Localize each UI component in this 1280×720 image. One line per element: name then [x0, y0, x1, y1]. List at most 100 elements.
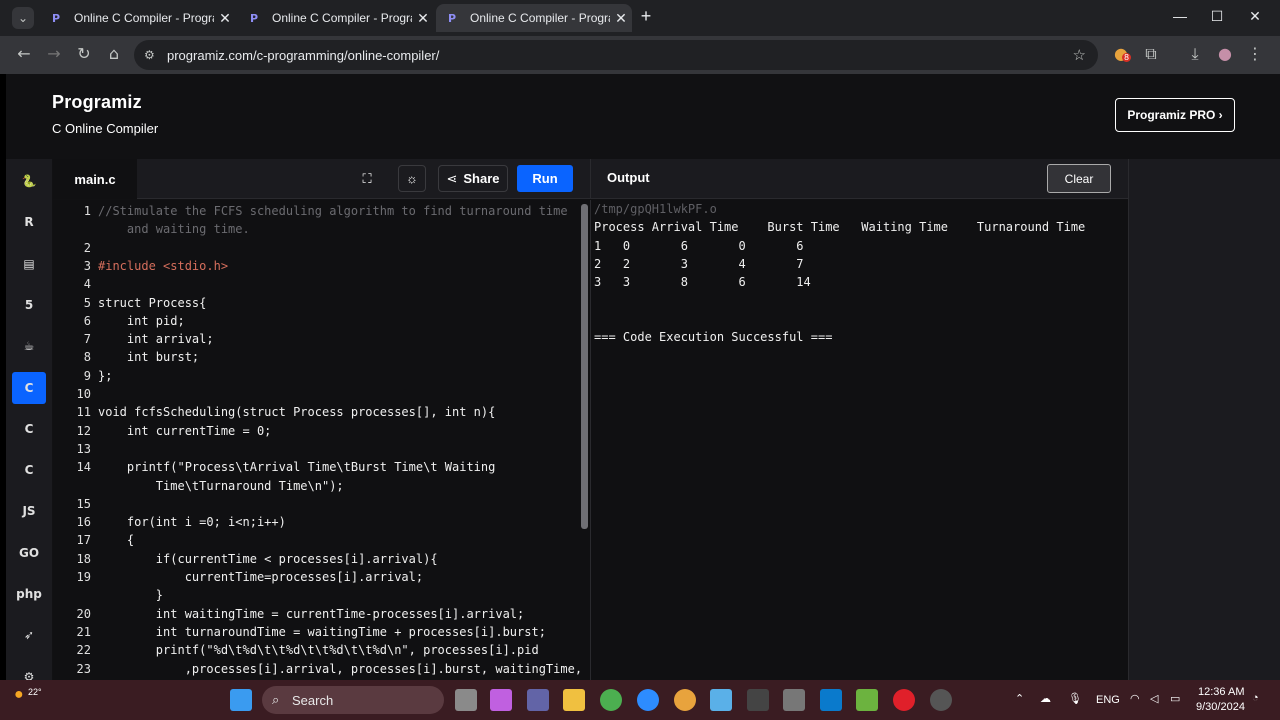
code-line[interactable]: printf("%d\t%d\t\t%d\t\t%d\t\t%d\n", pro…	[98, 643, 539, 657]
opera-icon[interactable]	[893, 689, 915, 711]
code-line[interactable]: and waiting time.	[98, 222, 250, 236]
code-line[interactable]: for(int i =0; i<n;i++)	[98, 515, 286, 529]
code-line[interactable]: //Stimulate the FCFS scheduling algorith…	[98, 204, 568, 218]
tab-search-chevron-icon[interactable]: ⌄	[12, 7, 34, 29]
file-explorer-icon[interactable]	[563, 689, 585, 711]
line-number: 10	[76, 387, 91, 401]
code-line[interactable]: void fcfsScheduling(struct Process proce…	[98, 405, 495, 419]
taskbar-search[interactable]: ⌕ Search	[262, 686, 444, 714]
reload-icon[interactable]: ↻	[73, 44, 95, 63]
download-icon[interactable]: ⤓	[1184, 44, 1206, 64]
programiz-logo[interactable]: Programiz	[52, 92, 158, 113]
copilot-icon[interactable]	[490, 689, 512, 711]
chrome-icon[interactable]	[600, 689, 622, 711]
browser-tab-bar: ⌄ P Online C Compiler - Programiz ✕ P On…	[0, 0, 1280, 36]
terminal-icon[interactable]	[747, 689, 769, 711]
browser-tab-3-active[interactable]: P Online C Compiler - Programiz ✕	[436, 4, 632, 32]
camera-icon[interactable]	[783, 689, 805, 711]
code-line[interactable]: {	[98, 533, 134, 547]
close-tab-icon[interactable]: ✕	[610, 10, 632, 27]
programiz-favicon-icon: P	[52, 12, 61, 25]
wifi-icon[interactable]: ◠	[1130, 692, 1140, 705]
paint-icon[interactable]	[856, 689, 878, 711]
code-line[interactable]: struct Process{	[98, 296, 206, 310]
clear-button[interactable]: Clear	[1047, 164, 1111, 193]
close-tab-icon[interactable]: ✕	[412, 10, 434, 27]
html-icon[interactable]: 5	[12, 289, 46, 321]
code-line[interactable]: Time\tTurnaround Time\n");	[98, 479, 344, 493]
windows-start-icon[interactable]	[230, 689, 252, 711]
r-icon[interactable]: R	[12, 206, 46, 238]
sql-icon[interactable]: ▤	[12, 248, 46, 280]
c-icon[interactable]: C	[12, 371, 46, 404]
bookmark-star-icon[interactable]: ☆	[1073, 46, 1086, 64]
vscode-icon[interactable]	[820, 689, 842, 711]
extensions-puzzle-icon[interactable]: ⧉	[1140, 44, 1162, 64]
close-tab-icon[interactable]: ✕	[214, 10, 236, 27]
code-line[interactable]: int waitingTime = currentTime-processes[…	[98, 607, 524, 621]
extension-badge-icon[interactable]: ● 8	[1110, 44, 1132, 63]
clock-date[interactable]: 9/30/2024	[1196, 701, 1245, 713]
fullscreen-button[interactable]: ⛶	[353, 165, 381, 192]
programiz-pro-button[interactable]: Programiz PRO ›	[1115, 98, 1235, 132]
code-line[interactable]: int currentTime = 0;	[98, 424, 272, 438]
chrome-alt-icon[interactable]	[674, 689, 696, 711]
browser-tab-1[interactable]: P Online C Compiler - Programiz ✕	[40, 4, 236, 32]
php-icon[interactable]: php	[12, 578, 46, 610]
file-tab-main-c[interactable]: main.c	[53, 159, 137, 199]
line-number: 5	[83, 295, 91, 310]
code-line[interactable]: }	[98, 588, 163, 602]
zoom-icon[interactable]	[637, 689, 659, 711]
site-info-icon[interactable]: ⚙	[144, 48, 155, 62]
weather-widget[interactable]: ●	[14, 686, 24, 704]
java-icon[interactable]: ☕	[12, 330, 46, 362]
output-console[interactable]: /tmp/gpQH1lwkPF.o Process Arrival Time Bu…	[590, 200, 1128, 680]
python-icon[interactable]: 🐍	[12, 165, 46, 197]
tray-chevron-icon[interactable]: ⌃	[1015, 692, 1024, 705]
volume-icon[interactable]: ◁	[1150, 692, 1158, 705]
code-line[interactable]: #include <stdio.h>	[98, 259, 228, 273]
programiz-favicon-icon: P	[448, 12, 457, 25]
browser-tab-2[interactable]: P Online C Compiler - Programiz ✕	[238, 4, 434, 32]
run-button[interactable]: Run	[517, 165, 573, 192]
share-button[interactable]: ⋖ Share	[438, 165, 508, 192]
code-line[interactable]: ,processes[i].arrival, processes[i].burs…	[98, 662, 582, 676]
js-icon[interactable]: JS	[12, 495, 46, 527]
code-line[interactable]: int pid;	[98, 314, 185, 328]
swift-icon[interactable]: ➶	[12, 619, 46, 651]
back-icon[interactable]: ←	[13, 44, 35, 63]
maximize-icon[interactable]: ☐	[1207, 8, 1227, 25]
go-icon[interactable]: GO	[12, 537, 46, 569]
url-bar[interactable]: ⚙ programiz.com/c-programming/online-com…	[134, 40, 1098, 70]
notepad-icon[interactable]	[710, 689, 732, 711]
forward-icon[interactable]: →	[43, 44, 65, 63]
browser-menu-icon[interactable]: ⋮	[1244, 44, 1266, 63]
onedrive-icon[interactable]: ☁	[1040, 692, 1051, 705]
code-line[interactable]: if(currentTime < processes[i].arrival){	[98, 552, 438, 566]
microphone-icon[interactable]: 🎙	[1068, 692, 1082, 705]
home-icon[interactable]: ⌂	[103, 44, 125, 63]
notification-bell-icon[interactable]: ◔	[1252, 692, 1259, 704]
minimize-icon[interactable]: —	[1170, 8, 1190, 24]
code-line[interactable]: int arrival;	[98, 332, 214, 346]
site-header: Programiz C Online Compiler	[52, 92, 158, 136]
new-tab-icon[interactable]: +	[636, 6, 656, 27]
code-line[interactable]: };	[98, 369, 112, 383]
cpp-icon[interactable]: C	[12, 413, 46, 445]
code-line[interactable]: int burst;	[98, 350, 199, 364]
obs-icon[interactable]	[930, 689, 952, 711]
clock-time[interactable]: 12:36 AM	[1198, 686, 1244, 698]
teams-icon[interactable]	[527, 689, 549, 711]
language-indicator[interactable]: ENG	[1096, 694, 1120, 706]
profile-avatar[interactable]: ●	[1214, 44, 1236, 63]
csharp-icon[interactable]: C	[12, 454, 46, 486]
code-editor[interactable]: 1 //Stimulate the FCFS scheduling algorit…	[53, 200, 590, 680]
battery-icon[interactable]: ▭	[1170, 692, 1180, 705]
code-line[interactable]: currentTime=processes[i].arrival;	[98, 570, 423, 584]
code-line[interactable]: int turnaroundTime = waitingTime + proce…	[98, 625, 546, 639]
close-window-icon[interactable]: ✕	[1245, 8, 1265, 25]
theme-toggle-button[interactable]: ☼	[398, 165, 426, 192]
task-view-icon[interactable]	[455, 689, 477, 711]
code-line[interactable]: printf("Process\tArrival Time\tBurst Tim…	[98, 460, 495, 474]
editor-scrollbar[interactable]	[581, 204, 588, 529]
